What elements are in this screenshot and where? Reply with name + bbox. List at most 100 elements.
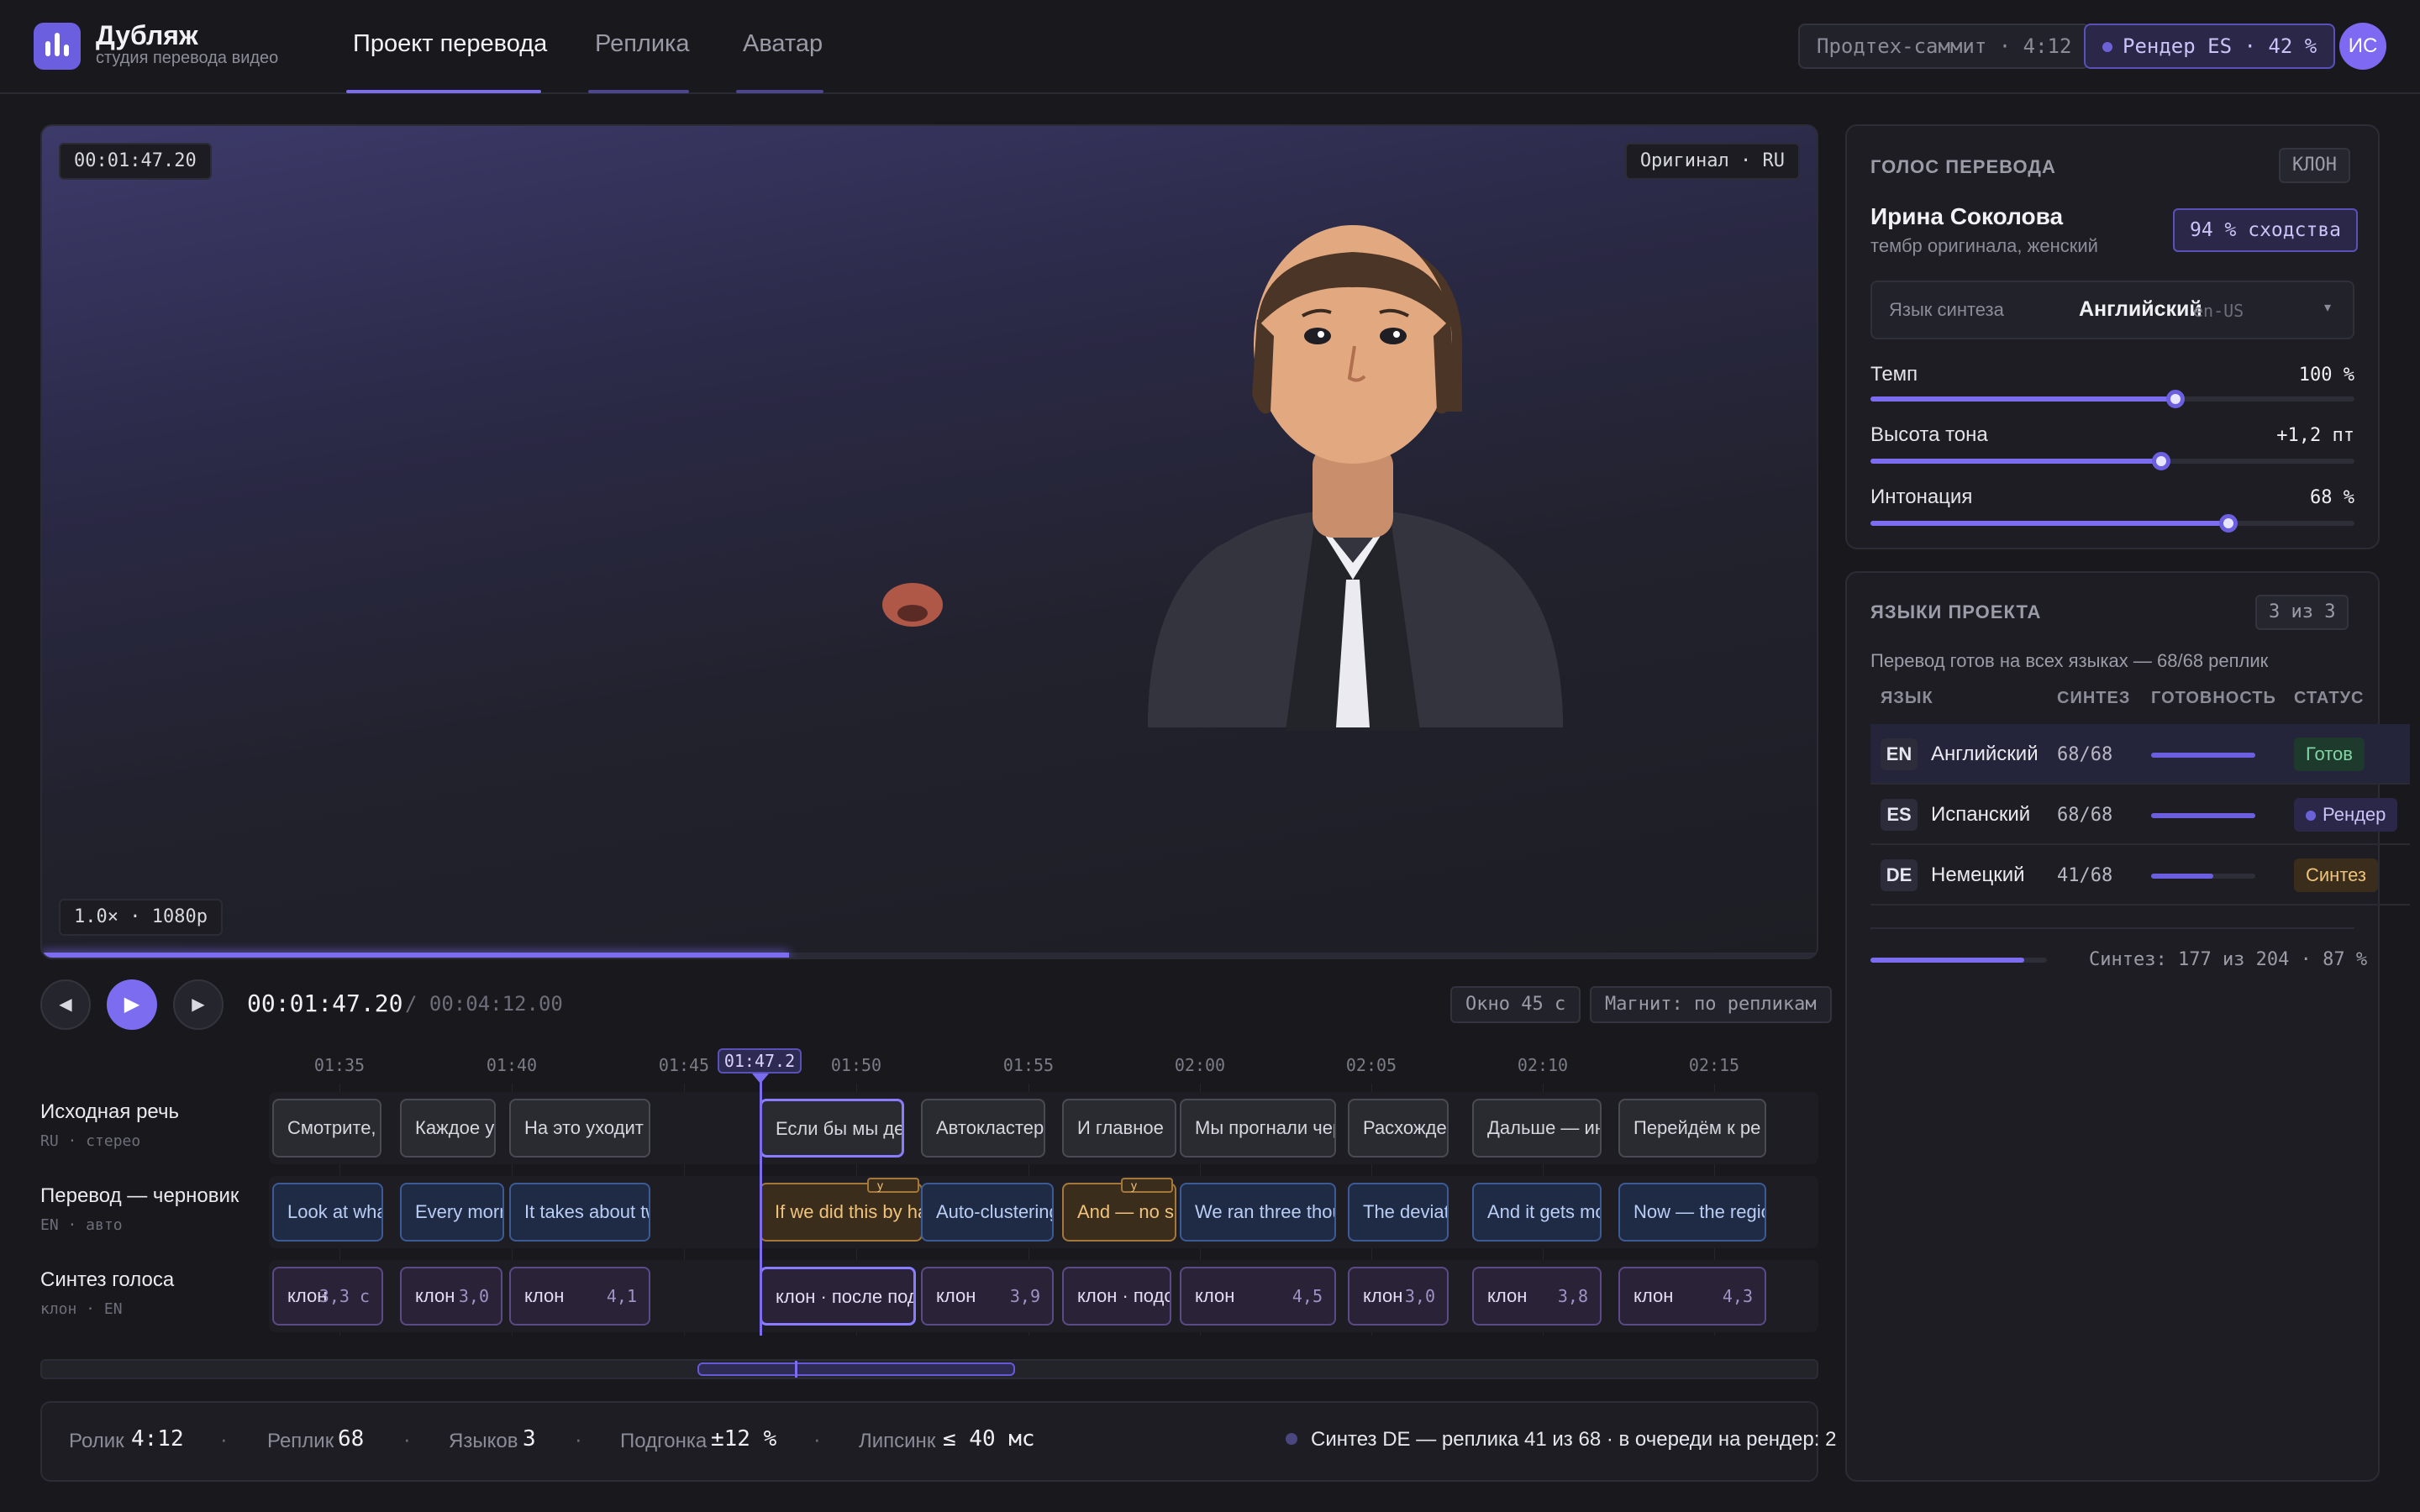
tempo-slider-knob[interactable] [2165,390,2185,408]
ruler-tick: 01:35 [313,1055,366,1075]
source-clip[interactable]: Перейдём к ре [1618,1099,1766,1158]
source-clip[interactable]: Автокластери [921,1099,1045,1158]
language-code-badge: DE [1881,859,1918,891]
user-avatar[interactable]: ИС [2339,23,2386,70]
footer-value-lines: 68 [338,1426,365,1452]
total-time: / 00:04:12.00 [405,992,563,1016]
skip-forward-icon: ▶ [192,995,205,1014]
languages-divider [1870,927,2354,929]
pitch-value: +1,2 пт [2276,425,2354,446]
synth-clip[interactable]: клон 3,8 [1472,1267,1602,1326]
track-label-source: Исходная речь [40,1100,179,1123]
total-progress-fill [1870,958,2024,963]
translation-clip[interactable]: Look at what [272,1183,383,1242]
synth-clip-duration: 3,9 [1009,1286,1040,1306]
footer-label-lipsync: Липсинк [859,1430,936,1452]
language-status-label: Готов [2306,743,2353,764]
skip-back-button[interactable]: ◀ [40,979,91,1030]
voice-description: тембр оригинала, женский [1870,235,2098,256]
render-chip[interactable]: Рендер ES · 42 % [2084,24,2336,69]
quality-badge[interactable]: 1.0× · 1080p [59,899,223,936]
synth-clip-label: клон · после подгон [776,1286,916,1307]
synth-clip-label: клон [524,1285,565,1306]
ruler-tick: 01:55 [1002,1055,1055,1075]
track-label-synth: Синтез голоса [40,1268,175,1291]
synth-clip[interactable]: клон 3,0 [400,1267,502,1326]
video-preview[interactable]: 00:01:47.20 Оригинал · RU 1.0× · 1080p [40,124,1818,959]
translation-clip[interactable]: And it gets mor [1472,1183,1602,1242]
language-synth-count: 68/68 [2057,805,2113,826]
synth-clip[interactable]: клон 4,3 [1618,1267,1766,1326]
project-chip[interactable]: Продтех-саммит · 4:12 [1798,24,2091,69]
synth-clip-label: клон [1634,1285,1674,1306]
footer-label-lines: Реплик [267,1430,334,1452]
synth-clip-duration: 4,1 [606,1286,637,1306]
language-name: Английский [1931,743,2039,765]
synth-clip-duration: 4,5 [1292,1286,1323,1306]
tab-avatar[interactable]: Аватар [743,30,823,58]
languages-summary: Перевод готов на всех языках — 68/68 реп… [1870,650,2269,671]
source-clip[interactable]: Смотрите, ч [272,1099,381,1158]
track-label-translation: Перевод — черновик [40,1184,239,1207]
synth-clip-label: клон [1487,1285,1528,1306]
col-header-language: ЯЗЫК [1881,689,1933,707]
track-sub-translation: EN · авто [40,1216,123,1234]
overflow-warning-tag: у [867,1178,919,1193]
source-clip[interactable]: Мы прогнали чер [1180,1099,1336,1158]
intonation-label: Интонация [1870,486,1973,508]
synth-clip-label: клон · подог [1077,1285,1171,1306]
window-chip[interactable]: Окно 45 с [1450,986,1581,1023]
language-readiness-fill [2151,813,2255,818]
playhead-line[interactable] [760,1075,762,1336]
tab-avatar-underline [736,90,823,93]
play-button[interactable]: ▶ [107,979,157,1030]
source-clip[interactable]: Дальше — инт [1472,1099,1602,1158]
skip-back-icon: ◀ [59,995,72,1014]
synth-clip[interactable]: клон · подог [1062,1267,1171,1326]
col-header-synth: СИНТЕЗ [2057,689,2131,707]
col-header-readiness: ГОТОВНОСТЬ [2151,689,2276,707]
footer-sep: · [403,1426,411,1452]
magnet-chip[interactable]: Магнит: по репликам [1590,986,1832,1023]
source-clip[interactable]: Расхожден [1348,1099,1449,1158]
synth-clip[interactable]: клон 4,1 [509,1267,650,1326]
footer-label-video: Ролик [69,1430,124,1452]
language-readiness-fill [2151,874,2214,879]
ruler-tick: 02:15 [1688,1055,1740,1075]
source-badge[interactable]: Оригинал · RU [1624,143,1800,180]
render-status-icon [2306,811,2316,822]
translation-clip[interactable]: It takes about tw [509,1183,650,1242]
track-sub-source: RU · стерео [40,1132,141,1150]
similarity-badge: 94 % сходства [2173,208,2359,252]
synth-clip[interactable]: клон 4,5 [1180,1267,1336,1326]
source-clip[interactable]: Если бы мы дел [760,1099,904,1158]
synth-clip[interactable]: клон 3,0 [1348,1267,1449,1326]
skip-forward-button[interactable]: ▶ [173,979,224,1030]
timeline-scroll-thumb[interactable] [697,1362,1015,1376]
intonation-slider-fill [1870,521,2229,526]
language-status-badge: Готов [2294,738,2365,771]
source-clip[interactable]: И главное [1062,1099,1176,1158]
translation-clip[interactable]: Auto-clustering [921,1183,1054,1242]
translation-clip[interactable]: Every morni [400,1183,504,1242]
pitch-label: Высота тона [1870,423,1988,446]
app-subtitle: студия перевода видео [96,49,279,67]
footer-status: Синтез DE — реплика 41 из 68 · в очереди… [1311,1428,1837,1451]
synth-clip[interactable]: клон · после подгон [760,1267,916,1326]
translation-clip[interactable]: Now — the regio [1618,1183,1766,1242]
source-clip[interactable]: Каждое у [400,1099,496,1158]
synth-clip[interactable]: клон 3,3 с [272,1267,383,1326]
translation-clip[interactable]: We ran three thous [1180,1183,1336,1242]
pitch-slider-knob[interactable] [2151,452,2170,470]
synth-clip[interactable]: клон 3,9 [921,1267,1054,1326]
tab-line[interactable]: Реплика [595,30,689,58]
translation-clip[interactable]: The deviati [1348,1183,1449,1242]
footer-label-langs: Языков [449,1430,518,1452]
tempo-label: Темп [1870,363,1918,386]
video-progress-bar[interactable] [42,953,1817,958]
source-clip[interactable]: На это уходит о [509,1099,650,1158]
playhead-label[interactable]: 01:47.2 [718,1048,802,1074]
language-status-badge: Рендер [2294,798,2398,832]
tab-project[interactable]: Проект перевода [353,30,547,58]
language-code-badge: ES [1881,799,1918,831]
